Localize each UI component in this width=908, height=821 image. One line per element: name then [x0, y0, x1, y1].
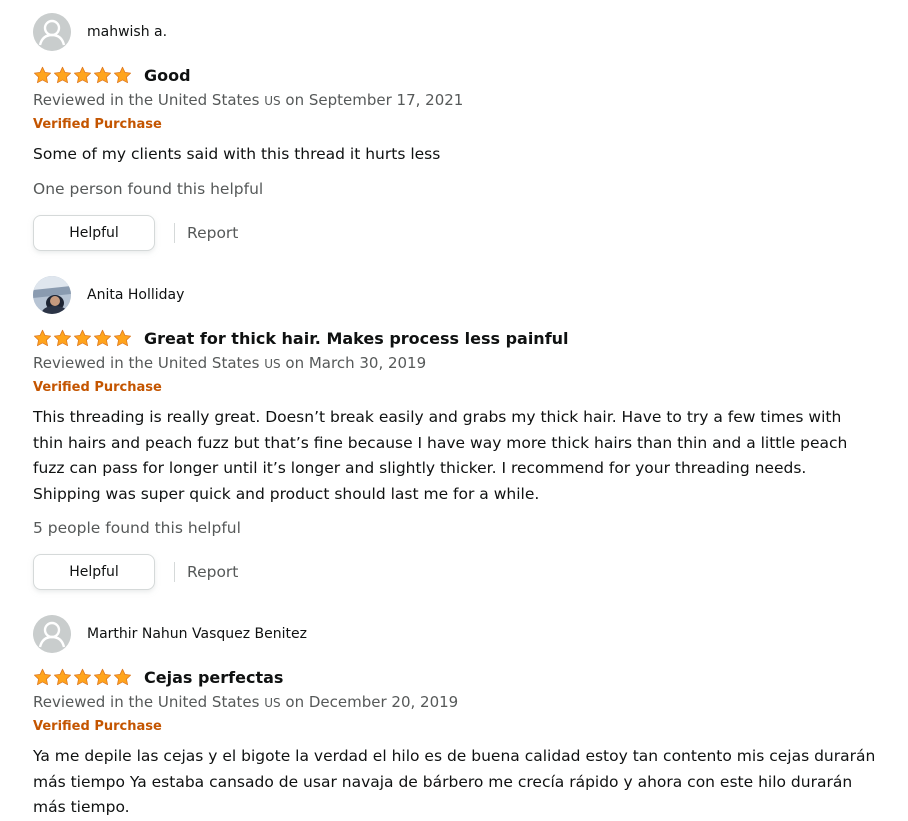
helpful-button[interactable]: Helpful	[33, 554, 155, 590]
star-filled-icon	[33, 668, 52, 685]
star-filled-icon	[73, 329, 92, 346]
review-body: Some of my clients said with this thread…	[33, 145, 441, 163]
helpful-count: 5 people found this helpful	[33, 519, 241, 537]
review-location: Reviewed in the United States	[33, 91, 260, 109]
divider	[174, 222, 175, 243]
review-title[interactable]: Cejas perfectas	[144, 668, 283, 687]
review-title[interactable]: Great for thick hair. Makes process less…	[144, 329, 569, 348]
country-code: US	[264, 696, 281, 710]
review-date-text: on September 17, 2021	[285, 91, 464, 109]
reviewer-profile[interactable]: mahwish a.	[33, 12, 893, 52]
star-filled-icon	[73, 668, 92, 685]
reviewer-profile[interactable]: Anita Holliday	[33, 275, 893, 315]
review-date: Reviewed in the United States US on Sept…	[33, 90, 893, 110]
star-filled-icon	[53, 668, 72, 685]
review-body: This threading is really great. Doesn’t …	[33, 408, 848, 503]
verified-purchase-badge: Verified Purchase	[33, 117, 162, 132]
star-filled-icon	[73, 66, 92, 83]
star-filled-icon	[113, 329, 132, 346]
review-location: Reviewed in the United States	[33, 693, 260, 711]
review-card: mahwish a. Good Reviewed in the United S…	[33, 12, 893, 252]
reviewer-profile[interactable]: Marthir Nahun Vasquez Benitez	[33, 614, 893, 654]
star-filled-icon	[53, 66, 72, 83]
default-avatar-icon	[33, 13, 71, 51]
verified-purchase-badge: Verified Purchase	[33, 719, 162, 734]
star-rating[interactable]	[33, 668, 132, 687]
star-filled-icon	[33, 66, 52, 83]
review-actions: Helpful Report	[33, 214, 893, 252]
review-title[interactable]: Good	[144, 66, 191, 85]
star-filled-icon	[113, 66, 132, 83]
star-filled-icon	[53, 329, 72, 346]
review-actions: Helpful Report	[33, 553, 893, 591]
star-rating[interactable]	[33, 329, 132, 348]
helpful-count: One person found this helpful	[33, 179, 264, 198]
review-date: Reviewed in the United States US on Dece…	[33, 692, 893, 712]
verified-purchase-badge: Verified Purchase	[33, 380, 162, 395]
star-filled-icon	[93, 66, 112, 83]
user-photo-avatar	[33, 276, 71, 314]
star-rating[interactable]	[33, 66, 132, 85]
helpful-button[interactable]: Helpful	[33, 214, 155, 251]
review-date-text: on December 20, 2019	[285, 693, 459, 711]
reviewer-name[interactable]: Marthir Nahun Vasquez Benitez	[87, 626, 307, 642]
star-filled-icon	[113, 668, 132, 685]
review-body: Ya me depile las cejas y el bigote la ve…	[33, 747, 876, 816]
review-location: Reviewed in the United States	[33, 354, 260, 372]
reviewer-name[interactable]: Anita Holliday	[87, 287, 184, 303]
review-date-text: on March 30, 2019	[285, 354, 427, 372]
divider	[174, 562, 175, 582]
reviewer-name[interactable]: mahwish a.	[87, 24, 167, 40]
country-code: US	[264, 357, 281, 371]
star-filled-icon	[93, 668, 112, 685]
star-filled-icon	[93, 329, 112, 346]
default-avatar-icon	[33, 615, 71, 653]
review-date: Reviewed in the United States US on Marc…	[33, 353, 893, 373]
report-link[interactable]: Report	[187, 563, 238, 581]
star-filled-icon	[33, 329, 52, 346]
report-link[interactable]: Report	[187, 224, 238, 242]
review-card: Marthir Nahun Vasquez Benitez Cejas perf…	[33, 614, 893, 821]
review-card: Anita Holliday Great for thick hair. Mak…	[33, 275, 893, 591]
country-code: US	[264, 94, 281, 108]
